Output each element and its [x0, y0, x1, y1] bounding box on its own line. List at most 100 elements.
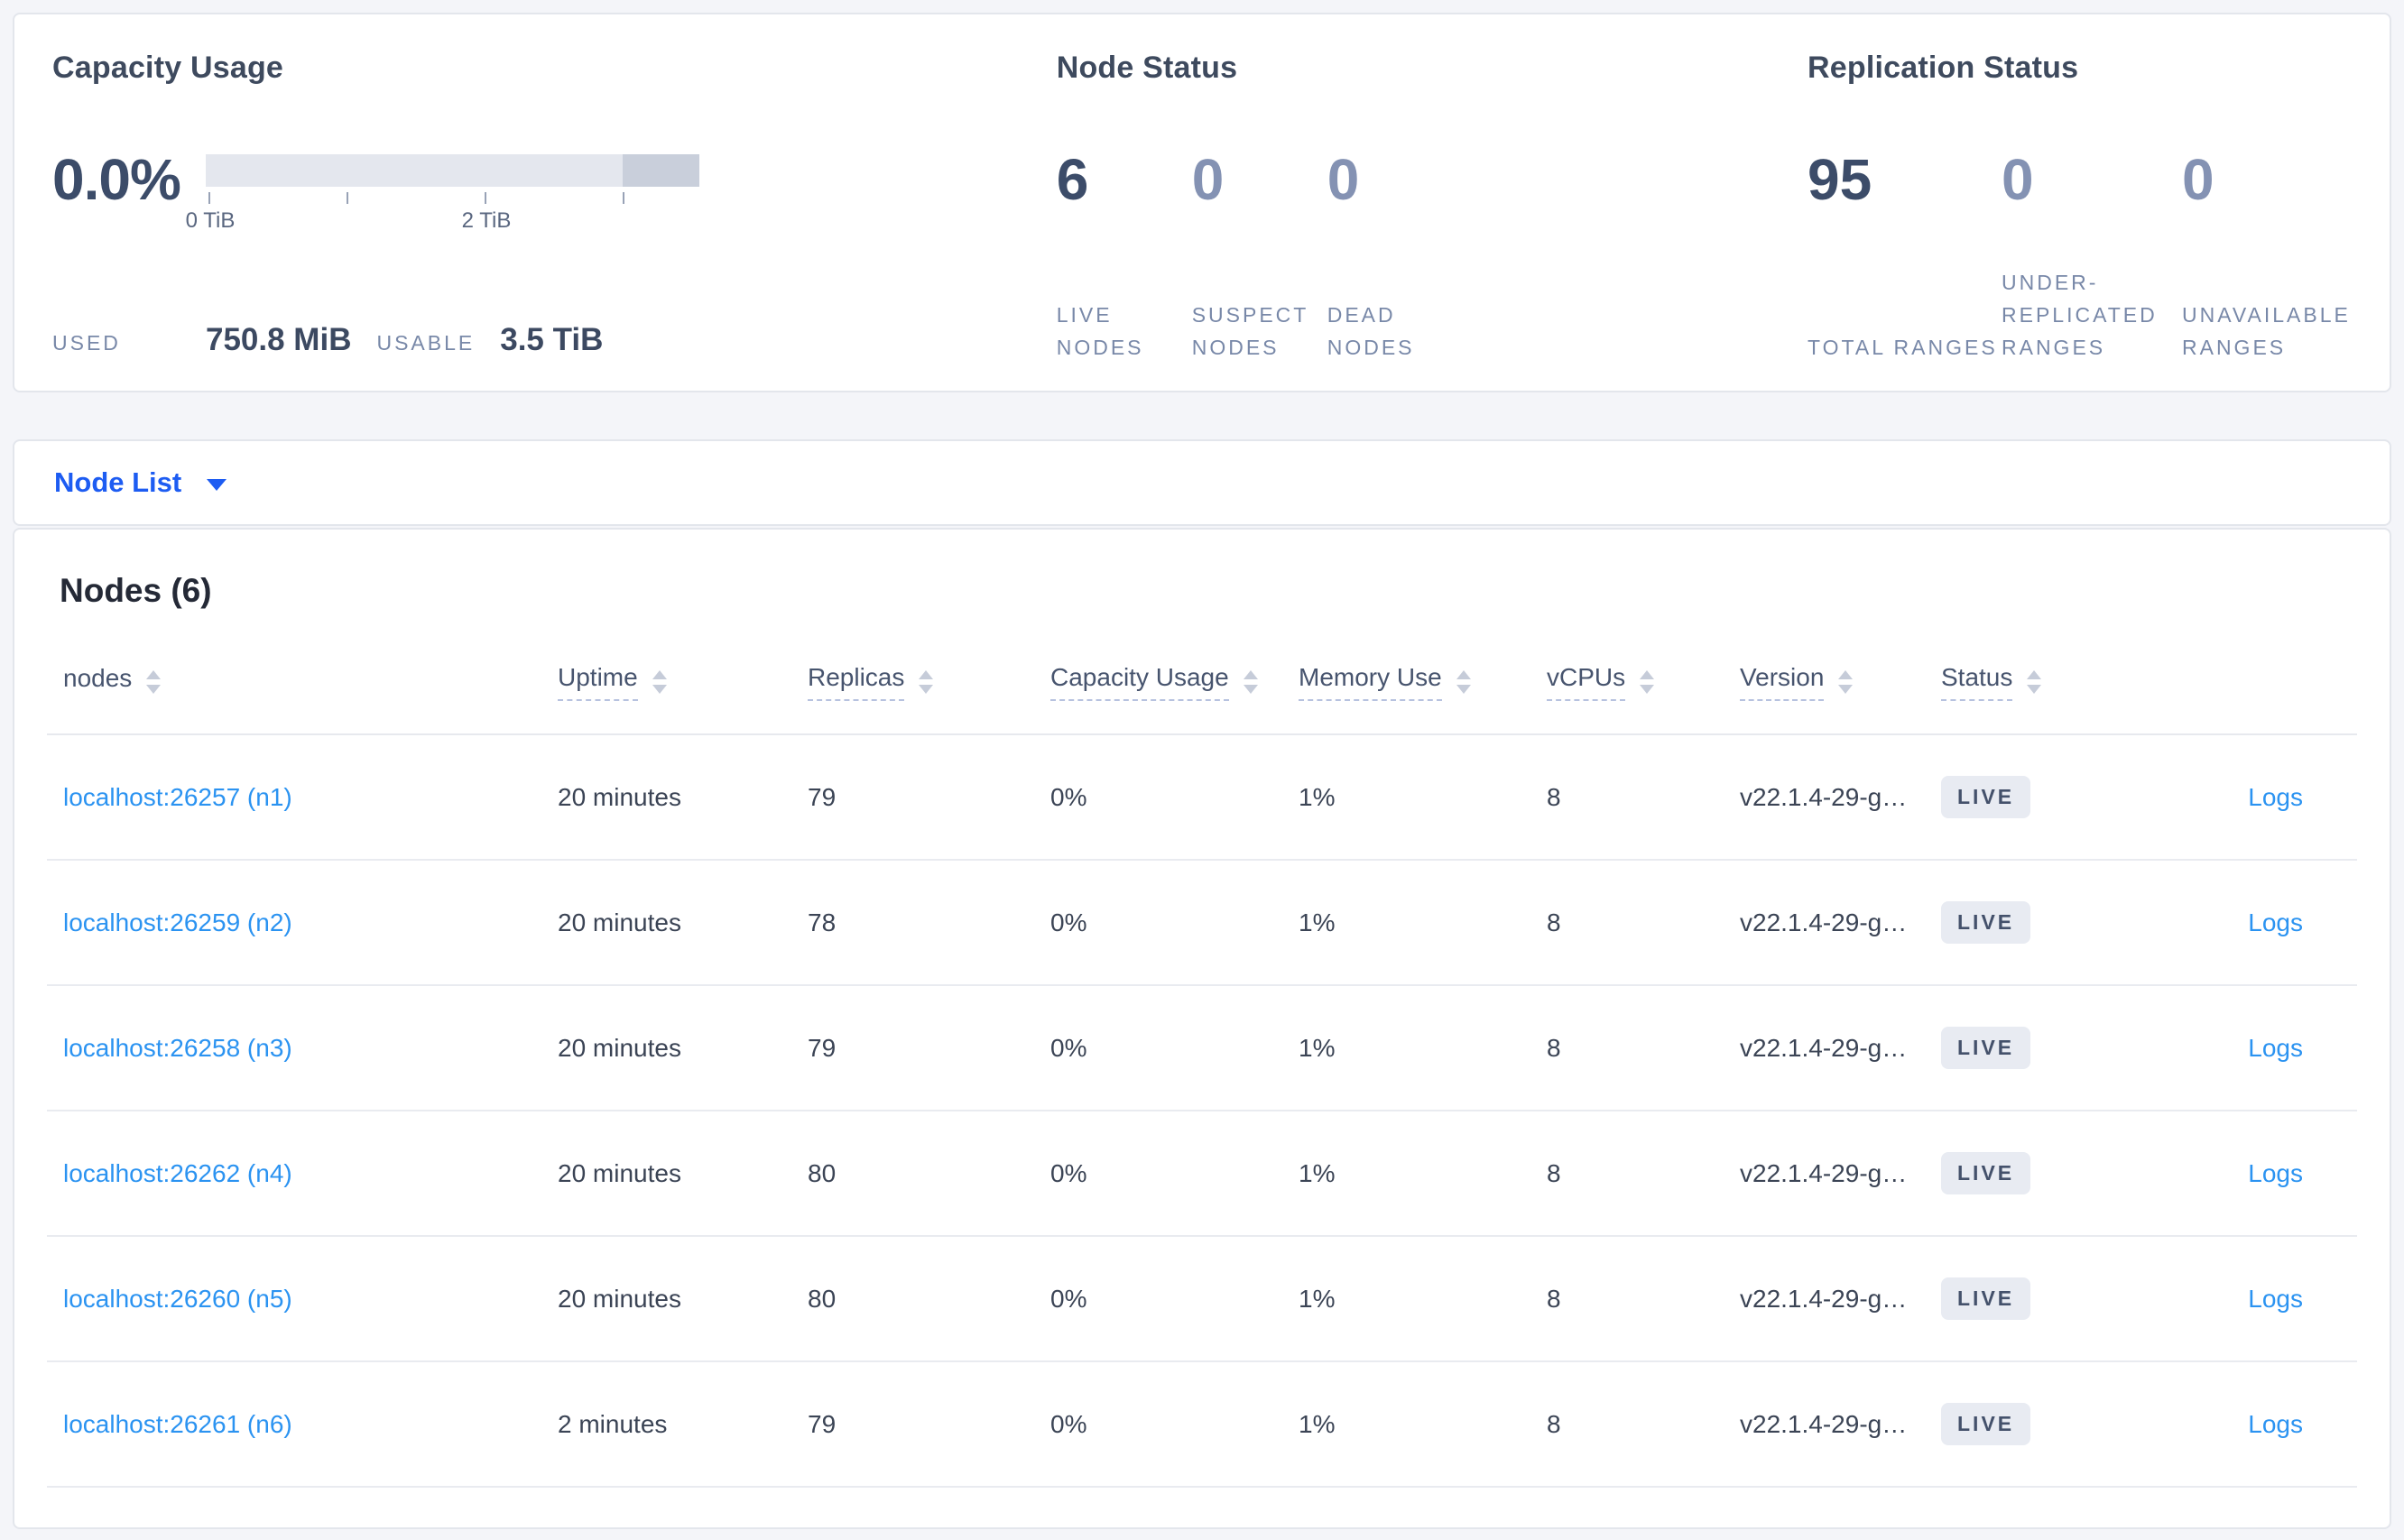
unavailable-ranges-value: 0: [2182, 147, 2214, 212]
version-cell: v22.1.4-29-g…: [1739, 1111, 1940, 1237]
total-ranges-value: 95: [1808, 147, 1872, 212]
column-header-status[interactable]: Status: [1940, 631, 2140, 735]
gauge-tick-label-2: 2 TiB: [461, 208, 512, 233]
used-label: USED: [52, 331, 121, 355]
logs-link[interactable]: Logs: [2248, 1410, 2303, 1438]
column-header-nodes[interactable]: nodes: [47, 631, 557, 735]
vcpus-cell: 8: [1546, 1236, 1739, 1362]
sort-icon: [1838, 670, 1854, 694]
live-nodes-value: 6: [1056, 147, 1089, 212]
status-badge: LIVE: [1941, 1277, 2031, 1320]
sort-icon: [919, 670, 934, 694]
vcpus-cell: 8: [1546, 734, 1739, 861]
node-status-title: Node Status: [1056, 51, 1238, 85]
node-link[interactable]: localhost:26262 (n4): [63, 1159, 292, 1187]
sort-icon: [146, 670, 162, 694]
vcpus-cell: 8: [1546, 860, 1739, 986]
capacity-usage-title: Capacity Usage: [52, 51, 284, 85]
used-value: 750.8 MiB: [206, 322, 352, 357]
table-row: localhost:26257 (n1) 20 minutes 79 0% 1%…: [47, 734, 2357, 861]
version-cell: v22.1.4-29-g…: [1739, 1236, 1940, 1362]
capacity-cell: 0%: [1049, 734, 1298, 861]
replicas-cell: 79: [807, 1361, 1049, 1488]
uptime-cell: 20 minutes: [557, 860, 807, 986]
node-status-panel: Node Status 6 LIVE NODES 0 SUSPECT NODES…: [1048, 14, 1797, 391]
status-badge: LIVE: [1941, 776, 2031, 818]
node-list-dropdown[interactable]: Node List: [54, 466, 227, 499]
logs-link[interactable]: Logs: [2248, 783, 2303, 811]
uptime-cell: 20 minutes: [557, 985, 807, 1111]
usable-label: USABLE: [376, 331, 476, 355]
dead-nodes-value: 0: [1327, 147, 1360, 212]
capacity-gauge-used-segment: [623, 154, 699, 187]
capacity-cell: 0%: [1049, 1361, 1298, 1488]
version-cell: v22.1.4-29-g…: [1739, 734, 1940, 861]
column-header-vcpus[interactable]: vCPUs: [1546, 631, 1739, 735]
node-link[interactable]: localhost:26261 (n6): [63, 1410, 292, 1438]
dead-nodes-label: DEAD NODES: [1327, 303, 1415, 359]
logs-link[interactable]: Logs: [2248, 1159, 2303, 1187]
sort-icon: [2027, 670, 2042, 694]
sort-icon: [1243, 670, 1258, 694]
table-header-row: nodes Uptime Replicas Capacity Usage Mem…: [47, 631, 2357, 735]
table-row: localhost:26260 (n5) 20 minutes 80 0% 1%…: [47, 1236, 2357, 1362]
capacity-gauge-ticks: [206, 192, 699, 205]
logs-link[interactable]: Logs: [2248, 1034, 2303, 1062]
column-header-uptime[interactable]: Uptime: [557, 631, 807, 735]
unavailable-ranges-label: UNAVAILABLE RANGES: [2182, 303, 2351, 359]
node-link[interactable]: localhost:26259 (n2): [63, 908, 292, 936]
under-replicated-ranges-label: UNDER-REPLICATED RANGES: [2002, 271, 2158, 359]
cluster-overview-page: Capacity Usage 0.0% 0 TiB 2 TiB USED 750…: [0, 0, 2404, 1540]
version-cell: v22.1.4-29-g…: [1739, 860, 1940, 986]
column-header-capacity-usage[interactable]: Capacity Usage: [1049, 631, 1298, 735]
unavailable-ranges-stat: 0 UNAVAILABLE RANGES: [2182, 151, 2390, 391]
sort-icon: [1456, 670, 1471, 694]
total-ranges-label: TOTAL RANGES: [1808, 336, 1998, 359]
logs-link[interactable]: Logs: [2248, 1285, 2303, 1313]
version-cell: v22.1.4-29-g…: [1739, 985, 1940, 1111]
capacity-usage-panel: Capacity Usage 0.0% 0 TiB 2 TiB USED 750…: [14, 14, 1048, 391]
column-header-version[interactable]: Version: [1739, 631, 1940, 735]
vcpus-cell: 8: [1546, 985, 1739, 1111]
node-link[interactable]: localhost:26260 (n5): [63, 1285, 292, 1313]
replicas-cell: 79: [807, 985, 1049, 1111]
column-header-logs: [2140, 631, 2357, 735]
under-replicated-ranges-stat: 0 UNDER-REPLICATED RANGES: [2002, 151, 2182, 391]
replicas-cell: 80: [807, 1111, 1049, 1237]
memory-cell: 1%: [1298, 734, 1546, 861]
uptime-cell: 2 minutes: [557, 1361, 807, 1488]
replicas-cell: 79: [807, 734, 1049, 861]
suspect-nodes-value: 0: [1191, 147, 1225, 212]
nodes-section-title: Nodes (6): [60, 572, 212, 609]
uptime-cell: 20 minutes: [557, 1111, 807, 1237]
vcpus-cell: 8: [1546, 1111, 1739, 1237]
capacity-cell: 0%: [1049, 1236, 1298, 1362]
column-header-replicas[interactable]: Replicas: [807, 631, 1049, 735]
suspect-nodes-label: SUSPECT NODES: [1191, 303, 1308, 359]
cluster-summary-card: Capacity Usage 0.0% 0 TiB 2 TiB USED 750…: [13, 13, 2391, 392]
capacity-cell: 0%: [1049, 860, 1298, 986]
node-link[interactable]: localhost:26258 (n3): [63, 1034, 292, 1062]
node-link[interactable]: localhost:26257 (n1): [63, 783, 292, 811]
column-header-memory-use[interactable]: Memory Use: [1298, 631, 1546, 735]
table-row: localhost:26262 (n4) 20 minutes 80 0% 1%…: [47, 1111, 2357, 1237]
nodes-table-card: Nodes (6) nodes Uptime Replicas Capacity…: [13, 528, 2391, 1529]
view-selector-card: Node List: [13, 439, 2391, 526]
status-badge: LIVE: [1941, 1027, 2031, 1069]
nodes-table: nodes Uptime Replicas Capacity Usage Mem…: [47, 631, 2357, 1488]
status-badge: LIVE: [1941, 1152, 2031, 1194]
status-badge: LIVE: [1941, 1403, 2031, 1445]
total-ranges-stat: 95 TOTAL RANGES: [1808, 151, 2002, 391]
under-replicated-ranges-value: 0: [2002, 147, 2034, 212]
suspect-nodes-stat: 0 SUSPECT NODES: [1192, 151, 1327, 391]
dead-nodes-stat: 0 DEAD NODES: [1327, 151, 1463, 391]
version-cell: v22.1.4-29-g…: [1739, 1361, 1940, 1488]
logs-link[interactable]: Logs: [2248, 908, 2303, 936]
gauge-tick-label-0: 0 TiB: [185, 208, 236, 233]
capacity-cell: 0%: [1049, 985, 1298, 1111]
table-row: localhost:26261 (n6) 2 minutes 79 0% 1% …: [47, 1361, 2357, 1488]
uptime-cell: 20 minutes: [557, 734, 807, 861]
uptime-cell: 20 minutes: [557, 1236, 807, 1362]
sort-icon: [1640, 670, 1655, 694]
usable-value: 3.5 TiB: [500, 322, 604, 357]
